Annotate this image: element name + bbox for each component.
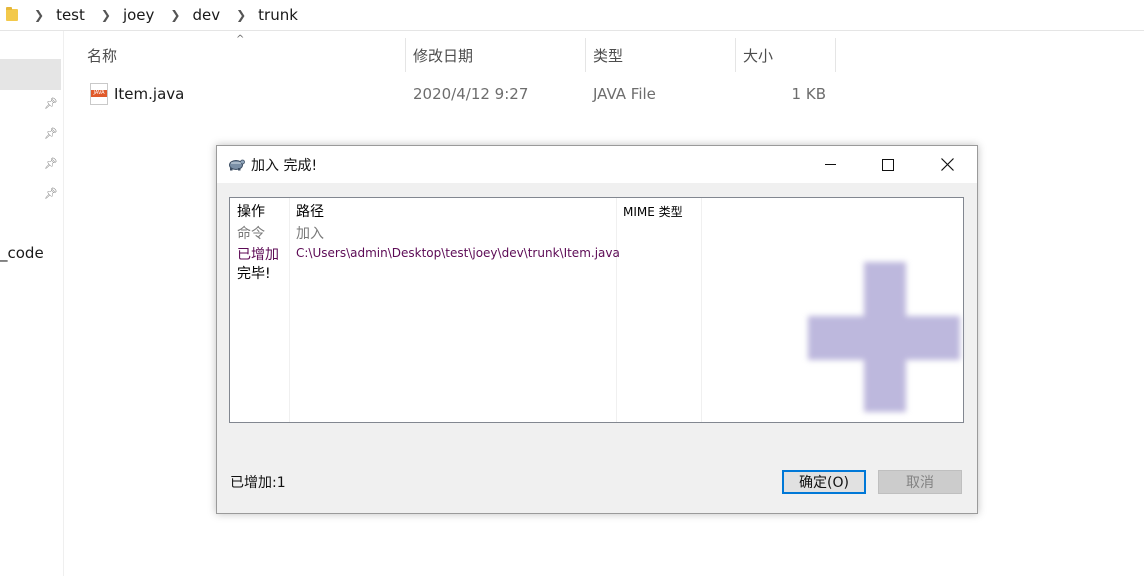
column-header-modified[interactable]: 修改日期 bbox=[413, 38, 583, 72]
column-header-size[interactable]: 大小 bbox=[743, 38, 833, 72]
chevron-right-icon: ❯ bbox=[170, 8, 181, 22]
column-divider[interactable] bbox=[616, 198, 617, 422]
column-divider[interactable] bbox=[735, 38, 736, 72]
results-list[interactable]: 操作 路径 MIME 类型 命令 加入 已增加 C:\Users\admin\D… bbox=[229, 197, 964, 423]
dialog-title: 加入 完成! bbox=[251, 158, 318, 174]
nav-item-selected[interactable] bbox=[0, 59, 61, 90]
close-icon bbox=[940, 158, 954, 171]
breadcrumb-joey[interactable]: joey bbox=[123, 6, 154, 24]
row-path[interactable]: C:\Users\admin\Desktop\test\joey\dev\tru… bbox=[296, 246, 620, 260]
minimize-icon bbox=[824, 164, 836, 165]
row-path[interactable]: 加入 bbox=[296, 223, 324, 243]
pin-icon: 📌︎ bbox=[44, 157, 58, 170]
file-modified: 2020/4/12 9:27 bbox=[413, 85, 529, 103]
row-action[interactable]: 命令 bbox=[237, 223, 265, 243]
header-action[interactable]: 操作 bbox=[237, 201, 265, 221]
header-mime-type[interactable]: MIME 类型 bbox=[623, 203, 683, 220]
column-divider[interactable] bbox=[405, 38, 406, 72]
java-file-icon: JAVA bbox=[90, 83, 108, 105]
nav-item-code[interactable]: _code bbox=[0, 244, 44, 262]
breadcrumb-test[interactable]: test bbox=[56, 6, 85, 24]
column-divider[interactable] bbox=[585, 38, 586, 72]
chevron-right-icon: ❯ bbox=[100, 8, 111, 22]
minimize-button[interactable] bbox=[807, 146, 853, 183]
navigation-pane[interactable]: 📌︎ 📌︎ 📌︎ 📌︎ _code bbox=[0, 31, 64, 576]
chevron-right-icon: ❯ bbox=[236, 8, 247, 22]
column-header-type[interactable]: 类型 bbox=[593, 38, 733, 72]
maximize-button[interactable] bbox=[865, 146, 911, 183]
header-path[interactable]: 路径 bbox=[296, 201, 324, 221]
chevron-right-icon: ❯ bbox=[34, 8, 45, 22]
pin-icon: 📌︎ bbox=[44, 97, 58, 110]
column-divider[interactable] bbox=[701, 198, 702, 422]
folder-icon bbox=[6, 7, 18, 21]
file-size: 1 KB bbox=[791, 85, 826, 103]
column-header-name[interactable]: 名称 bbox=[87, 38, 405, 72]
row-action[interactable]: 已增加 bbox=[237, 244, 279, 264]
column-divider[interactable] bbox=[289, 198, 290, 422]
status-text: 已增加:1 bbox=[230, 475, 286, 491]
java-file-icon-label: JAVA bbox=[91, 90, 107, 97]
add-finished-dialog[interactable]: 加入 完成! 操作 路径 MIME 类型 命令 加入 已增加 C:\Users\… bbox=[216, 145, 978, 514]
file-type: JAVA File bbox=[593, 85, 656, 103]
pin-icon: 📌︎ bbox=[44, 127, 58, 140]
column-divider[interactable] bbox=[835, 38, 836, 72]
breadcrumb-dev[interactable]: dev bbox=[192, 6, 220, 24]
breadcrumb-trunk[interactable]: trunk bbox=[258, 6, 298, 24]
ok-button[interactable]: 确定(O) bbox=[782, 470, 866, 494]
file-name[interactable]: Item.java bbox=[114, 80, 184, 108]
maximize-icon bbox=[882, 158, 894, 171]
close-button[interactable] bbox=[924, 146, 970, 183]
dialog-title-bar[interactable]: 加入 完成! bbox=[217, 146, 977, 183]
address-bar[interactable]: ❯ test ❯ joey ❯ dev ❯ trunk bbox=[0, 0, 1144, 31]
plus-watermark-icon bbox=[808, 262, 960, 412]
cancel-button[interactable]: 取消 bbox=[878, 470, 962, 494]
tortoise-icon bbox=[229, 159, 245, 171]
row-action[interactable]: 完毕! bbox=[237, 263, 271, 283]
pin-icon: 📌︎ bbox=[44, 187, 58, 200]
